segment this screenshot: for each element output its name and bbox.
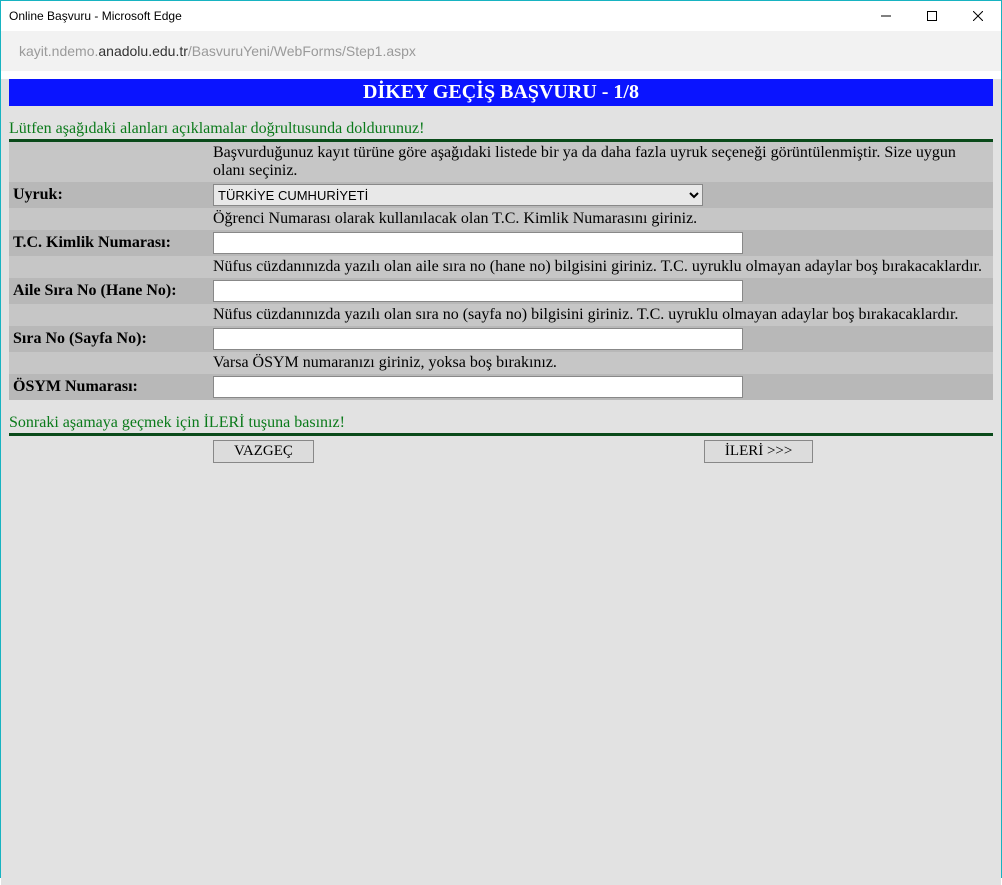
url-prefix: kayit.ndemo. (19, 43, 98, 59)
next-step-heading: Sonraki aşamaya geçmek için İLERİ tuşuna… (9, 414, 993, 436)
close-button[interactable] (955, 1, 1001, 31)
maximize-button[interactable] (909, 1, 955, 31)
uyruk-select[interactable]: TÜRKİYE CUMHURİYETİ (213, 184, 703, 206)
tckn-description: Öğrenci Numarası olarak kullanılacak ola… (209, 208, 993, 230)
cancel-button[interactable]: VAZGEÇ (213, 440, 314, 463)
hane-description: Nüfus cüzdanınızda yazılı olan aile sıra… (209, 256, 993, 278)
form-table: Başvurduğunuz kayıt türüne göre aşağıdak… (9, 142, 993, 400)
button-row: VAZGEÇ İLERİ >>> (9, 440, 993, 463)
osym-description: Varsa ÖSYM numaranızı giriniz, yoksa boş… (209, 352, 993, 374)
window-controls (863, 1, 1001, 31)
uyruk-label: Uyruk: (9, 182, 209, 208)
sira-description: Nüfus cüzdanınızda yazılı olan sıra no (… (209, 304, 993, 326)
url-host: anadolu.edu.tr (98, 43, 188, 59)
tckn-input[interactable] (213, 232, 743, 254)
hane-label: Aile Sıra No (Hane No): (9, 278, 209, 304)
hane-input[interactable] (213, 280, 743, 302)
uyruk-description: Başvurduğunuz kayıt türüne göre aşağıdak… (209, 142, 993, 182)
minimize-button[interactable] (863, 1, 909, 31)
sira-input[interactable] (213, 328, 743, 350)
instructions-heading: Lütfen aşağıdaki alanları açıklamalar do… (9, 120, 993, 142)
address-bar[interactable]: kayit.ndemo.anadolu.edu.tr/BasvuruYeni/W… (1, 31, 1001, 71)
next-button[interactable]: İLERİ >>> (704, 440, 813, 463)
page-content: DİKEY GEÇİŞ BAŞVURU - 1/8 Lütfen aşağıda… (1, 79, 1001, 885)
osym-label: ÖSYM Numarası: (9, 374, 209, 400)
page-banner: DİKEY GEÇİŞ BAŞVURU - 1/8 (9, 79, 993, 106)
url-path: /BasvuruYeni/WebForms/Step1.aspx (188, 43, 416, 59)
window-title: Online Başvuru - Microsoft Edge (9, 9, 182, 23)
window-titlebar: Online Başvuru - Microsoft Edge (1, 1, 1001, 31)
osym-input[interactable] (213, 376, 743, 398)
empty-label (9, 142, 209, 182)
sira-label: Sıra No (Sayfa No): (9, 326, 209, 352)
tckn-label: T.C. Kimlik Numarası: (9, 230, 209, 256)
